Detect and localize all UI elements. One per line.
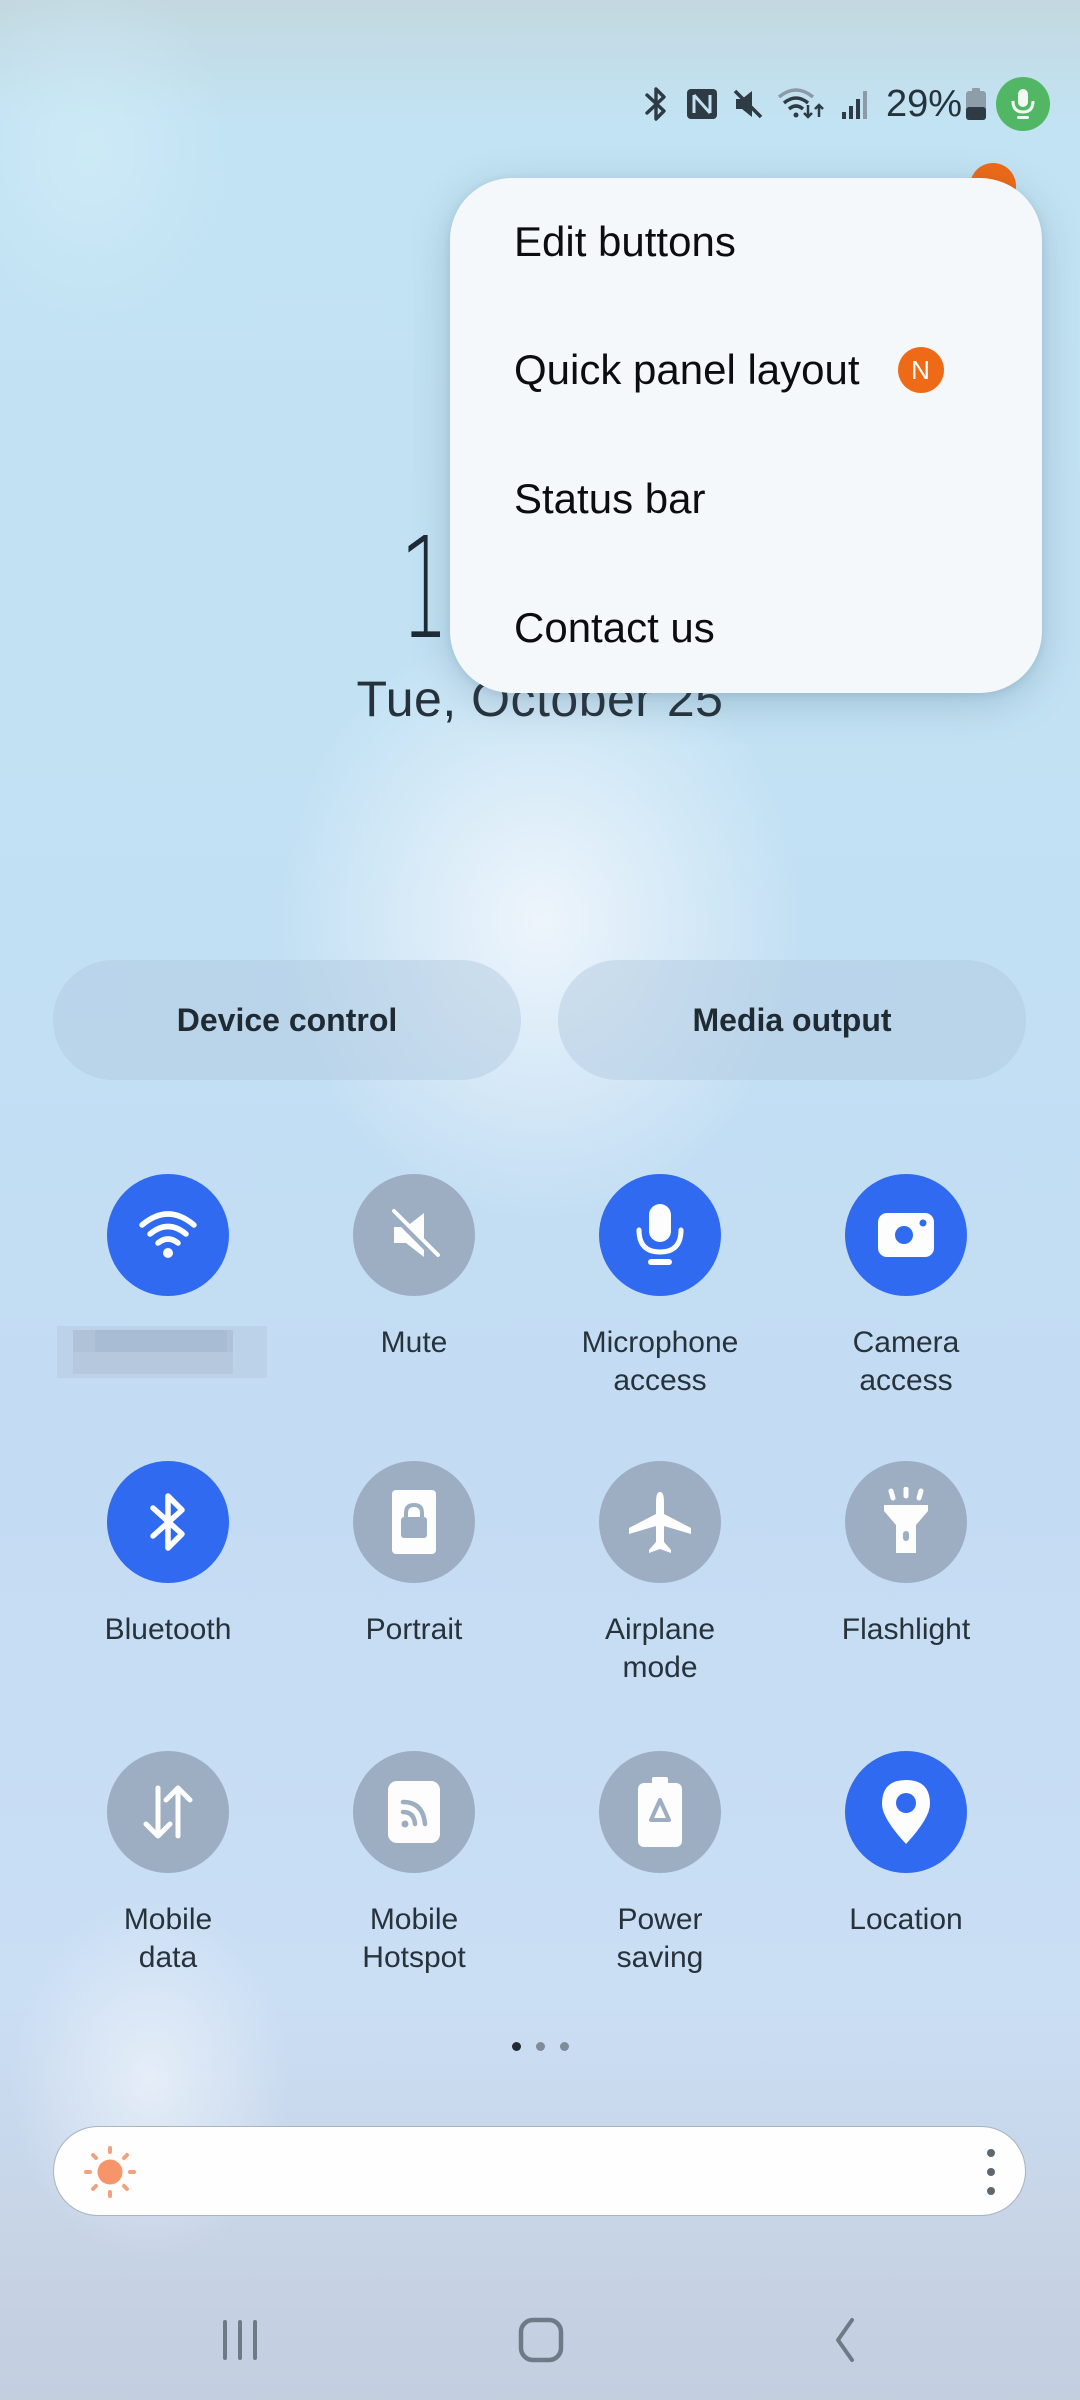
wifi-icon: [136, 1209, 200, 1261]
bluetooth-toggle-button[interactable]: [107, 1461, 229, 1583]
tile-label-line: Mobile: [369, 1903, 459, 1936]
media-output-button[interactable]: Media output: [558, 960, 1026, 1080]
tile-label: Mute: [294, 1324, 534, 1362]
tile-label-line: Airplane: [604, 1613, 716, 1646]
menu-item-status-bar[interactable]: Status bar: [450, 435, 1042, 563]
device-control-button[interactable]: Device control: [53, 960, 521, 1080]
tile-label-line: access: [613, 1364, 707, 1397]
tile-power-saving[interactable]: Power saving: [540, 1751, 780, 1977]
tile-microphone-access[interactable]: Microphone access: [540, 1174, 780, 1400]
microphone-toggle-button[interactable]: [599, 1174, 721, 1296]
tile-wifi[interactable]: [48, 1174, 288, 1378]
tile-label-line: saving: [616, 1941, 704, 1974]
signal-icon: [838, 84, 874, 124]
tile-label: Flashlight: [786, 1611, 1026, 1649]
tile-label: Airplane mode: [540, 1611, 780, 1687]
mobile-data-toggle-button[interactable]: [107, 1751, 229, 1873]
bluetooth-icon: [638, 84, 674, 124]
tile-mute[interactable]: Mute: [294, 1174, 534, 1362]
mute-icon: [384, 1205, 444, 1265]
tile-label-line: Power: [617, 1903, 703, 1936]
power-saving-icon: [637, 1776, 683, 1848]
airplane-icon: [627, 1490, 693, 1554]
brightness-slider[interactable]: [53, 2126, 1026, 2216]
flashlight-icon: [876, 1487, 936, 1557]
tile-label: Mobile data: [48, 1901, 288, 1977]
power-saving-toggle-button[interactable]: [599, 1751, 721, 1873]
tile-label: Location: [786, 1901, 1026, 1939]
tile-airplane-mode[interactable]: Airplane mode: [540, 1461, 780, 1687]
tile-flashlight[interactable]: Flashlight: [786, 1461, 1026, 1649]
camera-toggle-button[interactable]: [845, 1174, 967, 1296]
location-icon: [880, 1778, 932, 1846]
page-dot-1[interactable]: [511, 2042, 521, 2051]
airplane-toggle-button[interactable]: [599, 1461, 721, 1583]
tile-mobile-hotspot[interactable]: Mobile Hotspot: [294, 1751, 534, 1977]
brightness-more-options-icon[interactable]: [985, 2149, 997, 2195]
back-button[interactable]: [785, 2300, 905, 2380]
tile-label-line: Bluetooth: [104, 1613, 232, 1646]
menu-item-label: Status bar: [514, 475, 706, 522]
menu-item-edit-buttons[interactable]: Edit buttons: [450, 178, 1042, 306]
tile-label-line: Location: [849, 1903, 963, 1936]
page-dot-2[interactable]: [535, 2042, 545, 2051]
menu-item-label: Edit buttons: [514, 218, 736, 265]
wifi-toggle-button[interactable]: [107, 1174, 229, 1296]
tile-portrait[interactable]: Portrait: [294, 1461, 534, 1649]
tile-label-line: access: [859, 1364, 953, 1397]
tile-label: Mobile Hotspot: [294, 1901, 534, 1977]
bluetooth-icon: [146, 1490, 190, 1554]
tile-label: Bluetooth: [48, 1611, 288, 1649]
tile-label-line: Mute: [380, 1326, 448, 1359]
mute-icon: [730, 84, 766, 124]
hotspot-icon: [387, 1780, 441, 1844]
tile-location[interactable]: Location: [786, 1751, 1026, 1939]
tile-camera-access[interactable]: Camera access: [786, 1174, 1026, 1400]
home-button[interactable]: [481, 2300, 601, 2380]
clock-time: 1: [400, 508, 449, 671]
portrait-lock-icon: [391, 1489, 437, 1555]
microphone-in-use-icon[interactable]: [996, 77, 1050, 131]
tile-label-line: Mobile: [123, 1903, 213, 1936]
microphone-icon: [634, 1202, 686, 1268]
tile-label-line: Microphone: [581, 1326, 739, 1359]
menu-item-contact-us[interactable]: Contact us: [450, 564, 1042, 692]
brightness-sun-icon: [82, 2144, 138, 2200]
battery-percent: 29%: [885, 82, 962, 125]
menu-item-label: Contact us: [514, 604, 715, 651]
page-indicator: [0, 2042, 1080, 2051]
portrait-lock-toggle-button[interactable]: [353, 1461, 475, 1583]
tile-label: Camera access: [786, 1324, 1026, 1400]
tile-label-line: Flashlight: [841, 1613, 971, 1646]
menu-item-quick-panel-layout[interactable]: Quick panel layout N: [450, 306, 1042, 434]
tile-bluetooth[interactable]: Bluetooth: [48, 1461, 288, 1649]
quick-panel-menu: Edit buttons Quick panel layout N Status…: [450, 178, 1042, 693]
status-bar: 29%: [628, 77, 1050, 131]
new-badge: N: [897, 347, 944, 393]
tile-label-line: Portrait: [365, 1613, 463, 1646]
tile-label: Portrait: [294, 1611, 534, 1649]
tile-label: Microphone access: [540, 1324, 780, 1400]
mute-toggle-button[interactable]: [353, 1174, 475, 1296]
nfc-icon: [684, 84, 720, 124]
battery-icon: [964, 84, 988, 124]
navigation-bar: [0, 2300, 1080, 2380]
tile-label-line: Camera: [852, 1326, 960, 1359]
tile-label-line: Hotspot: [362, 1941, 466, 1974]
tile-label: Power saving: [540, 1901, 780, 1977]
location-toggle-button[interactable]: [845, 1751, 967, 1873]
tile-mobile-data[interactable]: Mobile data: [48, 1751, 288, 1977]
wifi-icon: [776, 84, 828, 124]
recents-button[interactable]: [180, 2300, 300, 2380]
wifi-network-name-redacted: [57, 1326, 267, 1378]
tile-label-line: data: [138, 1941, 198, 1974]
hotspot-toggle-button[interactable]: [353, 1751, 475, 1873]
page-dot-3[interactable]: [559, 2042, 569, 2051]
tile-label-line: mode: [622, 1651, 698, 1684]
camera-icon: [876, 1211, 936, 1259]
flashlight-toggle-button[interactable]: [845, 1461, 967, 1583]
mobile-data-icon: [138, 1782, 198, 1842]
menu-item-label: Quick panel layout: [514, 346, 860, 393]
